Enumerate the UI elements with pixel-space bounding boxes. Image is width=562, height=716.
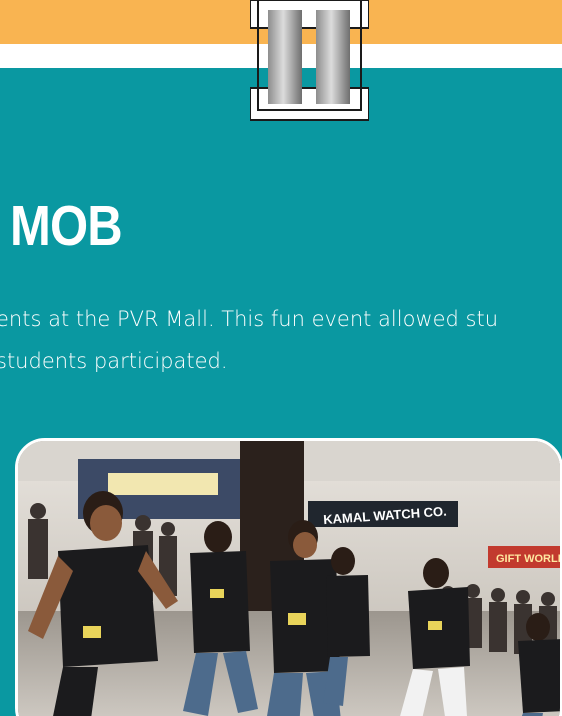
event-photo: KAMAL WATCH CO. GIFT WORLD: [15, 438, 562, 716]
store-sign-text-2: GIFT WORLD: [496, 553, 562, 565]
page-title: MOB: [10, 194, 123, 258]
body-line-2: students participated.: [0, 349, 228, 373]
page: MOB ents at the PVR Mall. This fun event…: [0, 0, 562, 716]
body-line-1: ents at the PVR Mall. This fun event all…: [0, 307, 499, 331]
binder-clip-icon: [250, 0, 369, 122]
article-body: ents at the PVR Mall. This fun event all…: [0, 298, 562, 382]
